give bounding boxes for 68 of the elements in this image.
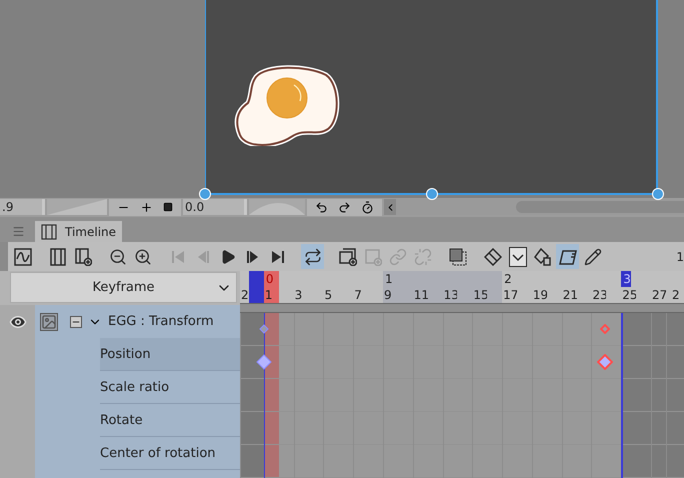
frame-number: 15	[472, 287, 488, 303]
layer-name[interactable]: EGG : Transform	[108, 314, 214, 329]
frame-number: 17	[502, 287, 518, 303]
frame-number: 3	[294, 287, 304, 303]
property-row[interactable]: Position	[100, 338, 240, 371]
scroll-thumb[interactable]	[516, 201, 684, 214]
scroll-left-button[interactable]	[384, 199, 396, 216]
ruler-segment[interactable]: 11	[412, 271, 428, 303]
play-icon	[220, 248, 236, 265]
frame-number: 2	[240, 287, 249, 303]
loop-icon	[304, 248, 322, 266]
new-frame-icon	[338, 248, 356, 266]
timeline-tab[interactable]: Timeline	[35, 221, 122, 242]
collapse-button[interactable]	[70, 316, 82, 328]
ruler-segment[interactable]: 15	[472, 271, 488, 303]
ruler-segment[interactable]: 1 9	[383, 271, 398, 303]
skip-to-start-icon	[170, 248, 186, 265]
canvas[interactable]	[205, 0, 658, 195]
zoom-in-button[interactable]	[140, 200, 153, 214]
ruler-segment[interactable]: 0 1	[264, 271, 279, 303]
frame-number: 1	[264, 287, 274, 303]
reset-rotation-button[interactable]	[361, 200, 374, 214]
keyframe-marker[interactable]	[256, 354, 272, 370]
keyframe-marker[interactable]	[258, 324, 269, 334]
transform-icon	[484, 248, 502, 266]
dropdown-button[interactable]	[506, 244, 529, 270]
dropdown-icon	[508, 246, 526, 267]
keyframe-marker[interactable]	[600, 324, 610, 334]
frame-number: 7	[353, 287, 363, 303]
second-label: 3	[621, 271, 631, 287]
resize-handle[interactable]	[199, 188, 211, 200]
angle-field[interactable]: 0.0	[183, 199, 247, 216]
frame-number: 2	[670, 287, 681, 303]
graph-icon	[14, 248, 32, 266]
frame-number: 9	[383, 287, 393, 303]
layered-squares-icon	[448, 248, 466, 266]
frame-number: 25	[621, 287, 636, 303]
scrollbar[interactable]	[384, 199, 684, 216]
frame-number: 27	[651, 287, 666, 303]
unlink-icon	[414, 248, 432, 266]
zoom-in-icon	[134, 248, 152, 266]
step-forward-icon	[244, 248, 260, 265]
frames-add-icon	[74, 248, 92, 266]
link-icon	[388, 248, 406, 266]
second-label: 2	[503, 271, 512, 287]
new-cel-icon	[364, 248, 382, 266]
keyframe-marker[interactable]	[597, 354, 614, 370]
frame-number: 5	[323, 287, 334, 303]
rotate-right-button[interactable]	[338, 200, 351, 214]
camera-button[interactable]	[556, 244, 579, 270]
rotate-left-button[interactable]	[315, 200, 328, 214]
zoom-field[interactable]: .9	[0, 199, 45, 216]
toolbar-text: 1	[676, 250, 684, 264]
delete-keyframe-icon	[534, 248, 552, 266]
frame-number: 21	[562, 287, 577, 303]
frame-number: 19	[532, 287, 547, 303]
loop-button[interactable]	[301, 244, 324, 270]
slanted-frame-icon	[558, 248, 576, 266]
second-label: 1	[384, 271, 393, 287]
pen-icon	[584, 248, 602, 266]
frames-icon	[48, 248, 66, 266]
skip-to-end-icon	[270, 248, 286, 265]
frame-number: 11	[412, 287, 428, 303]
fit-button[interactable]	[163, 202, 173, 212]
zoom-out-icon	[108, 248, 126, 266]
timeline-icon	[41, 224, 57, 240]
second-label: 0	[264, 271, 274, 287]
keyframe-dropdown[interactable]: Keyframe	[10, 272, 237, 303]
